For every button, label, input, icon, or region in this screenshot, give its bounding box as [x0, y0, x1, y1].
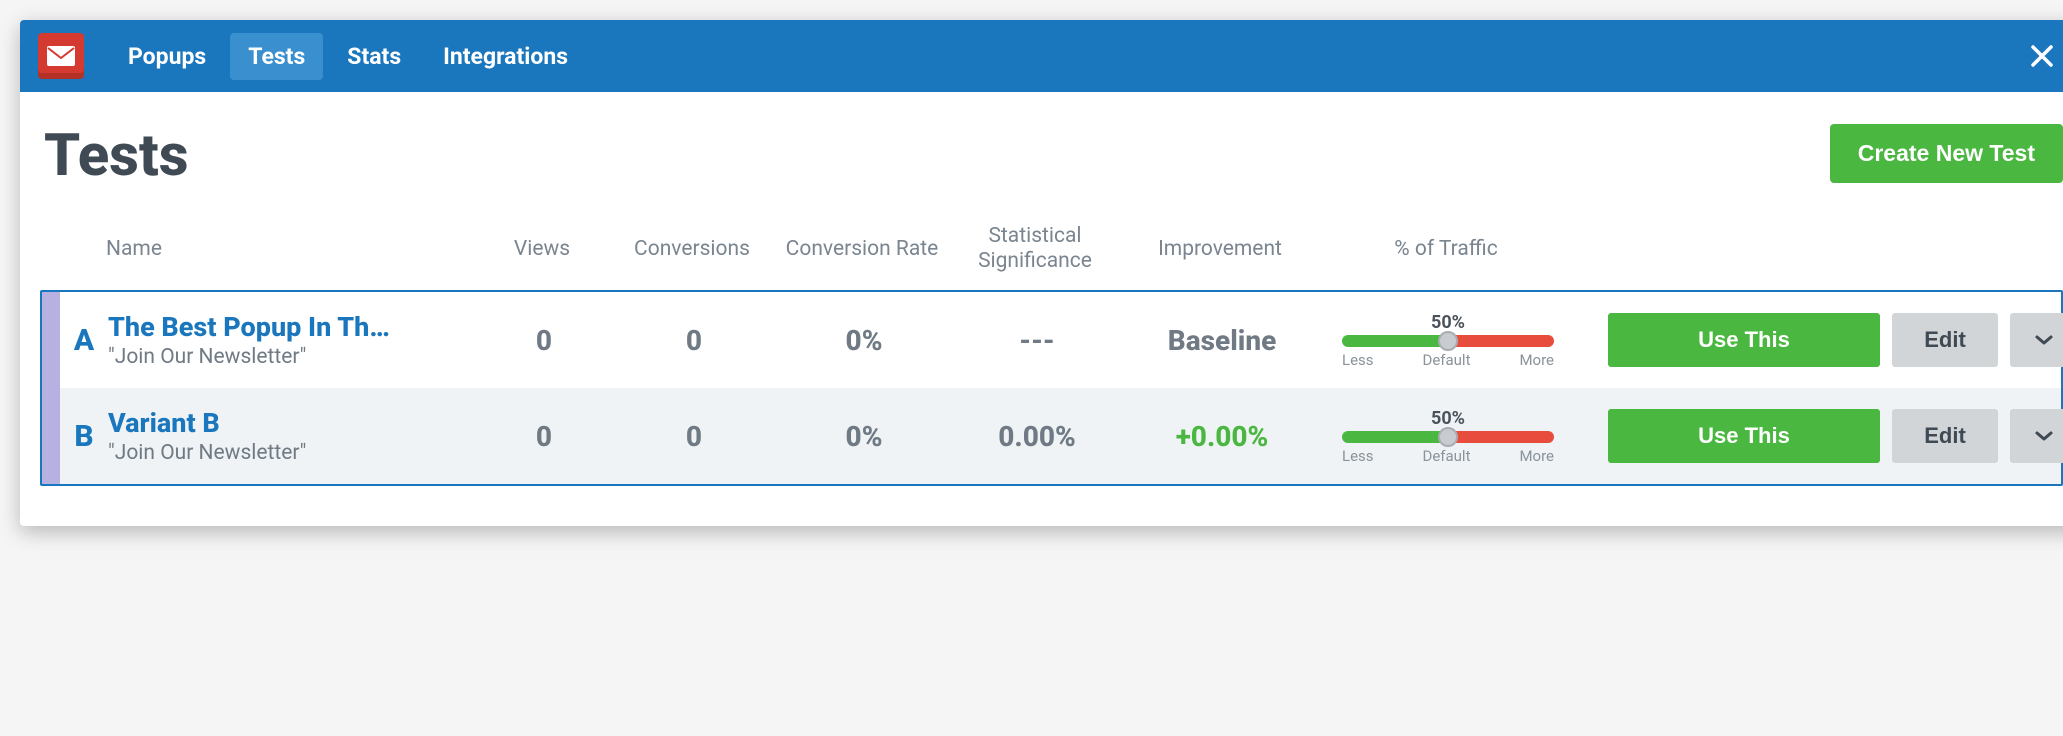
- slider-track[interactable]: [1342, 335, 1554, 347]
- use-this-button[interactable]: Use This: [1608, 409, 1880, 463]
- slider-thumb[interactable]: [1438, 331, 1458, 351]
- column-improvement: Improvement: [1124, 237, 1316, 261]
- variant-name-cell: The Best Popup In Th… "Join Our Newslett…: [108, 311, 480, 369]
- table-row: A The Best Popup In Th… "Join Our Newsle…: [42, 292, 2061, 388]
- variant-name[interactable]: Variant B: [108, 407, 468, 439]
- cell-conversions: 0: [608, 420, 780, 453]
- column-views: Views: [478, 237, 606, 261]
- slider-thumb[interactable]: [1438, 427, 1458, 447]
- variant-subtitle: "Join Our Newsletter": [108, 441, 468, 465]
- variant-letter: A: [60, 323, 108, 358]
- variant-name[interactable]: The Best Popup In Th…: [108, 311, 468, 343]
- slider-labels: Less Default More: [1342, 351, 1554, 369]
- topbar: Popups Tests Stats Integrations: [20, 20, 2063, 92]
- cell-conversion-rate: 0%: [780, 420, 948, 453]
- column-statistical-significance: Statistical Significance: [946, 224, 1124, 274]
- column-traffic: % of Traffic: [1316, 237, 1576, 261]
- close-button[interactable]: [2029, 43, 2055, 69]
- app-window: Popups Tests Stats Integrations Tests Cr…: [20, 20, 2063, 526]
- chevron-down-icon: [2034, 334, 2054, 346]
- traffic-percent: 50%: [1431, 408, 1465, 429]
- app-logo[interactable]: [38, 33, 84, 79]
- slider-labels: Less Default More: [1342, 447, 1554, 465]
- nav-item-popups[interactable]: Popups: [110, 33, 224, 80]
- variant-strip: [42, 292, 60, 388]
- cell-views: 0: [480, 420, 608, 453]
- chevron-down-icon: [2034, 430, 2054, 442]
- more-button[interactable]: [2010, 313, 2063, 367]
- cell-conversions: 0: [608, 324, 780, 357]
- create-new-test-button[interactable]: Create New Test: [1830, 124, 2063, 183]
- page-title: Tests: [44, 122, 2063, 190]
- content: Tests Create New Test Name Views Convers…: [20, 92, 2063, 526]
- tests-table: Name Views Conversions Conversion Rate S…: [40, 214, 2063, 486]
- use-this-button[interactable]: Use This: [1608, 313, 1880, 367]
- mail-icon: [46, 45, 76, 67]
- traffic-slider[interactable]: 50% Less Default More: [1318, 312, 1578, 369]
- slider-label-default: Default: [1422, 447, 1470, 465]
- edit-button[interactable]: Edit: [1892, 313, 1998, 367]
- nav-item-integrations[interactable]: Integrations: [425, 33, 586, 80]
- cell-views: 0: [480, 324, 608, 357]
- edit-button[interactable]: Edit: [1892, 409, 1998, 463]
- column-conversions: Conversions: [606, 237, 778, 261]
- nav-item-stats[interactable]: Stats: [329, 33, 419, 80]
- variant-subtitle: "Join Our Newsletter": [108, 345, 468, 369]
- variant-letter: B: [60, 419, 108, 454]
- slider-label-less: Less: [1342, 447, 1374, 465]
- cell-significance: ---: [948, 324, 1126, 357]
- variant-strip: [42, 388, 60, 484]
- more-button[interactable]: [2010, 409, 2063, 463]
- nav-item-tests[interactable]: Tests: [230, 33, 323, 80]
- column-conversion-rate: Conversion Rate: [778, 237, 946, 262]
- cell-significance: 0.00%: [948, 420, 1126, 453]
- table-body: A The Best Popup In Th… "Join Our Newsle…: [40, 290, 2063, 486]
- slider-label-less: Less: [1342, 351, 1374, 369]
- slider-label-default: Default: [1422, 351, 1470, 369]
- slider-label-more: More: [1519, 351, 1554, 369]
- cell-conversion-rate: 0%: [780, 324, 948, 357]
- row-actions: Use This Edit: [1578, 409, 2063, 463]
- traffic-slider[interactable]: 50% Less Default More: [1318, 408, 1578, 465]
- table-header: Name Views Conversions Conversion Rate S…: [40, 214, 2063, 290]
- cell-improvement: +0.00%: [1126, 420, 1318, 453]
- nav: Popups Tests Stats Integrations: [110, 33, 586, 80]
- slider-label-more: More: [1519, 447, 1554, 465]
- column-name: Name: [106, 237, 478, 261]
- traffic-percent: 50%: [1431, 312, 1465, 333]
- slider-track[interactable]: [1342, 431, 1554, 443]
- cell-improvement: Baseline: [1126, 324, 1318, 357]
- row-actions: Use This Edit: [1578, 313, 2063, 367]
- table-row: B Variant B "Join Our Newsletter" 0 0 0%…: [42, 388, 2061, 484]
- close-icon: [2029, 43, 2055, 69]
- variant-name-cell: Variant B "Join Our Newsletter": [108, 407, 480, 465]
